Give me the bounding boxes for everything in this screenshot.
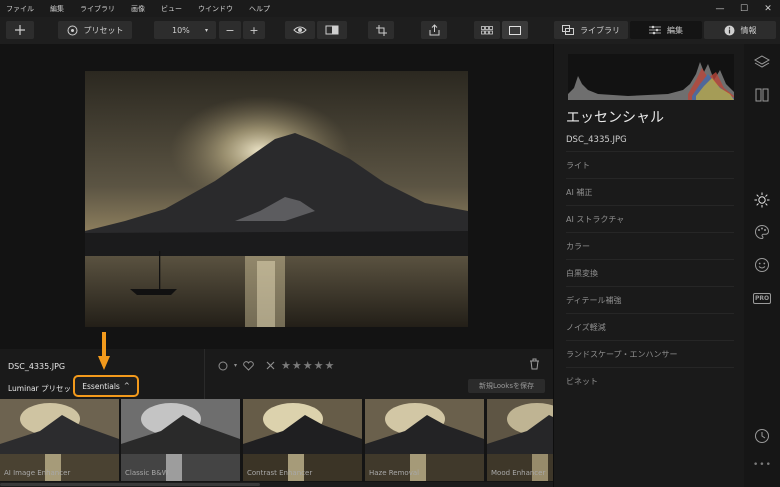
menu-view[interactable]: ビュー bbox=[153, 4, 190, 14]
main-photo bbox=[85, 71, 468, 327]
preset-thumb-haze-removal[interactable]: Haze Removal bbox=[365, 399, 484, 481]
histogram bbox=[568, 54, 734, 100]
minimize-button[interactable]: — bbox=[708, 4, 732, 14]
image-filename: DSC_4335.JPG bbox=[8, 362, 66, 371]
preset-thumb-mood-enhancer[interactable]: Mood Enhancer bbox=[487, 399, 553, 481]
x-icon[interactable] bbox=[266, 361, 275, 370]
menu-help[interactable]: ヘルプ bbox=[241, 4, 278, 14]
pro-icon[interactable]: PRO bbox=[753, 293, 771, 304]
tool-light[interactable]: ライト bbox=[566, 151, 734, 178]
image-canvas[interactable] bbox=[0, 44, 553, 349]
save-new-looks-button[interactable]: 新規Looksを保存 bbox=[468, 379, 545, 393]
chevron-down-icon: ▾ bbox=[204, 26, 208, 34]
tab-edit[interactable]: 編集 bbox=[630, 21, 702, 39]
preset-label: Haze Removal bbox=[369, 469, 420, 477]
plus-icon bbox=[15, 25, 25, 35]
palette-icon[interactable] bbox=[754, 224, 770, 240]
close-button[interactable]: ✕ bbox=[756, 4, 780, 14]
zoom-in-button[interactable]: + bbox=[243, 21, 265, 39]
single-view-button[interactable] bbox=[502, 21, 528, 39]
trash-icon[interactable] bbox=[529, 358, 540, 370]
menu-file[interactable]: ファイル bbox=[0, 4, 42, 14]
sun-icon[interactable] bbox=[754, 192, 770, 208]
more-icon[interactable]: ••• bbox=[753, 460, 772, 470]
info-icon bbox=[724, 25, 734, 35]
circle-icon[interactable] bbox=[218, 361, 228, 371]
star-rating[interactable]: ★★★★★ bbox=[281, 359, 335, 372]
zoom-out-button[interactable]: − bbox=[219, 21, 241, 39]
preset-label: AI Image Enhancer bbox=[4, 469, 71, 477]
divider bbox=[204, 349, 205, 399]
tab-info[interactable]: 情報 bbox=[704, 21, 776, 39]
eye-icon bbox=[293, 26, 307, 34]
window-controls: — ☐ ✕ bbox=[708, 0, 780, 17]
tab-edit-label: 編集 bbox=[667, 25, 683, 35]
tool-ai-enhance[interactable]: AI 補正 bbox=[566, 178, 734, 205]
tool-vignette[interactable]: ビネット bbox=[566, 367, 734, 394]
tool-category-bar: PRO ••• bbox=[744, 44, 780, 487]
menu-library[interactable]: ライブラリ bbox=[72, 4, 123, 14]
menu-bar: ファイル 編集 ライブラリ 画像 ビュー ウインドウ ヘルプ bbox=[0, 0, 780, 17]
tool-denoise[interactable]: ノイズ軽減 bbox=[566, 313, 734, 340]
chevron-down-icon[interactable]: ▾ bbox=[234, 362, 237, 369]
tab-library[interactable]: ライブラリ bbox=[554, 21, 628, 39]
menu-edit[interactable]: 編集 bbox=[42, 4, 72, 14]
compare-button[interactable] bbox=[317, 21, 347, 39]
maximize-button[interactable]: ☐ bbox=[732, 4, 756, 14]
layers-icon[interactable] bbox=[754, 54, 770, 70]
zoom-value: 10% bbox=[172, 25, 190, 35]
add-button[interactable] bbox=[6, 21, 34, 39]
panel-filename: DSC_4335.JPG bbox=[566, 135, 627, 145]
menu-image[interactable]: 画像 bbox=[123, 4, 153, 14]
presets-icon bbox=[67, 25, 77, 35]
tool-details[interactable]: ディテール補強 bbox=[566, 286, 734, 313]
share-button[interactable] bbox=[421, 21, 447, 39]
chevron-up-icon: ^ bbox=[123, 382, 130, 390]
preview-button[interactable] bbox=[285, 21, 315, 39]
zoom-select[interactable]: 10% ▾ bbox=[154, 21, 216, 39]
smiley-icon[interactable] bbox=[754, 257, 770, 273]
crop-button[interactable] bbox=[368, 21, 394, 39]
filmstrip-scrollbar[interactable] bbox=[0, 482, 553, 487]
preset-label: Classic B&W bbox=[125, 469, 169, 477]
rating-bar: ▾ ★★★★★ bbox=[218, 359, 335, 372]
tool-ai-structure[interactable]: AI ストラクチャ bbox=[566, 205, 734, 232]
grid-icon bbox=[481, 25, 493, 34]
tab-library-label: ライブラリ bbox=[580, 25, 620, 35]
essentials-dropdown[interactable]: Essentials ^ bbox=[73, 375, 139, 397]
library-icon bbox=[562, 25, 574, 35]
essentials-dropdown-label: Essentials bbox=[82, 381, 120, 391]
preset-label: Contrast Enhancer bbox=[247, 469, 313, 477]
tool-bw-conversion[interactable]: 白黒変換 bbox=[566, 259, 734, 286]
tool-landscape-enhancer[interactable]: ランドスケープ・エンハンサー bbox=[566, 340, 734, 367]
toolbar: プリセット 10% ▾ − + ライブラリ 編集 情報 bbox=[0, 17, 780, 44]
sliders-icon bbox=[649, 25, 661, 35]
presets-button[interactable]: プリセット bbox=[58, 21, 132, 39]
edit-panel: エッセンシャル DSC_4335.JPG ライト AI 補正 AI ストラクチャ… bbox=[553, 44, 744, 487]
single-image-icon bbox=[509, 25, 521, 35]
preset-label: Mood Enhancer bbox=[491, 469, 546, 477]
menu-window[interactable]: ウインドウ bbox=[190, 4, 241, 14]
grid-view-button[interactable] bbox=[474, 21, 500, 39]
orange-arrow-icon bbox=[98, 332, 110, 370]
info-bar: DSC_4335.JPG Luminar プリセット Essentials ^ … bbox=[0, 332, 553, 399]
preset-filmstrip: AI Image Enhancer Classic B&W Contrast E… bbox=[0, 399, 553, 487]
canvas-icon[interactable] bbox=[754, 87, 770, 103]
share-icon bbox=[429, 24, 439, 36]
scrollbar-thumb[interactable] bbox=[0, 483, 260, 486]
preset-thumb-classic-bw[interactable]: Classic B&W bbox=[121, 399, 240, 481]
preset-thumb-contrast-enhancer[interactable]: Contrast Enhancer bbox=[243, 399, 362, 481]
preset-thumb-ai-image-enhancer[interactable]: AI Image Enhancer bbox=[0, 399, 119, 481]
presets-label: プリセット bbox=[83, 25, 124, 35]
history-icon[interactable] bbox=[754, 428, 770, 444]
tool-color[interactable]: カラー bbox=[566, 232, 734, 259]
crop-icon bbox=[375, 24, 387, 36]
panel-title: エッセンシャル bbox=[566, 110, 664, 126]
heart-icon[interactable] bbox=[243, 360, 254, 371]
tab-info-label: 情報 bbox=[740, 25, 757, 35]
split-view-icon bbox=[325, 25, 339, 35]
luminar-presets-label: Luminar プリセット bbox=[8, 384, 79, 393]
